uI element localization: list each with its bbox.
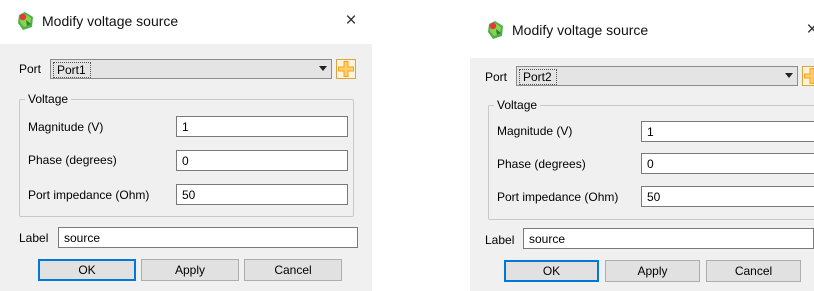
port-dropdown-value: Port1 (53, 62, 91, 78)
label-input[interactable] (58, 227, 358, 248)
add-port-icon[interactable] (336, 59, 356, 79)
close-button[interactable]: × (339, 8, 363, 34)
close-button[interactable]: × (800, 17, 814, 43)
chevron-down-icon (785, 73, 793, 78)
phase-input[interactable] (176, 150, 348, 171)
dialog-titlebar: Modify voltage source × (0, 0, 372, 44)
port-dropdown-value: Port2 (519, 69, 557, 85)
label-label: Label (19, 231, 49, 245)
magnitude-input[interactable] (176, 116, 348, 137)
phase-label: Phase (degrees) (28, 153, 117, 167)
modify-voltage-source-dialog-2: Modify voltage source × Port Port2 Volta… (470, 0, 814, 291)
voltage-source-app-icon (16, 11, 36, 31)
voltage-group-title: Voltage (25, 92, 72, 106)
magnitude-input[interactable] (641, 121, 814, 142)
port-impedance-label: Port impedance (Ohm) (497, 190, 619, 204)
dialog-titlebar: Modify voltage source × (470, 0, 814, 58)
ok-button[interactable]: OK (38, 259, 136, 281)
voltage-source-app-icon (486, 20, 506, 40)
magnitude-label: Magnitude (V) (28, 120, 104, 134)
port-impedance-input[interactable] (176, 184, 348, 205)
cancel-button[interactable]: Cancel (706, 260, 801, 282)
port-impedance-label: Port impedance (Ohm) (28, 188, 150, 202)
apply-button[interactable]: Apply (605, 260, 700, 282)
dialog-title: Modify voltage source (512, 22, 649, 38)
add-port-icon[interactable] (802, 66, 814, 86)
magnitude-label: Magnitude (V) (497, 124, 573, 138)
label-input[interactable] (523, 228, 814, 249)
phase-label: Phase (degrees) (497, 157, 586, 171)
port-label: Port (485, 70, 508, 84)
dialog-title: Modify voltage source (42, 13, 179, 29)
port-dropdown[interactable]: Port1 (50, 59, 332, 79)
port-impedance-input[interactable] (641, 186, 814, 207)
phase-input[interactable] (641, 153, 814, 174)
label-label: Label (485, 233, 515, 247)
ok-button[interactable]: OK (504, 260, 599, 282)
modify-voltage-source-dialog-1: Modify voltage source × Port Port1 Volta… (0, 0, 372, 291)
port-dropdown[interactable]: Port2 (516, 66, 798, 86)
port-label: Port (19, 62, 42, 76)
voltage-group-title: Voltage (494, 98, 541, 112)
chevron-down-icon (319, 66, 327, 71)
apply-button[interactable]: Apply (141, 259, 239, 281)
cancel-button[interactable]: Cancel (244, 259, 342, 281)
